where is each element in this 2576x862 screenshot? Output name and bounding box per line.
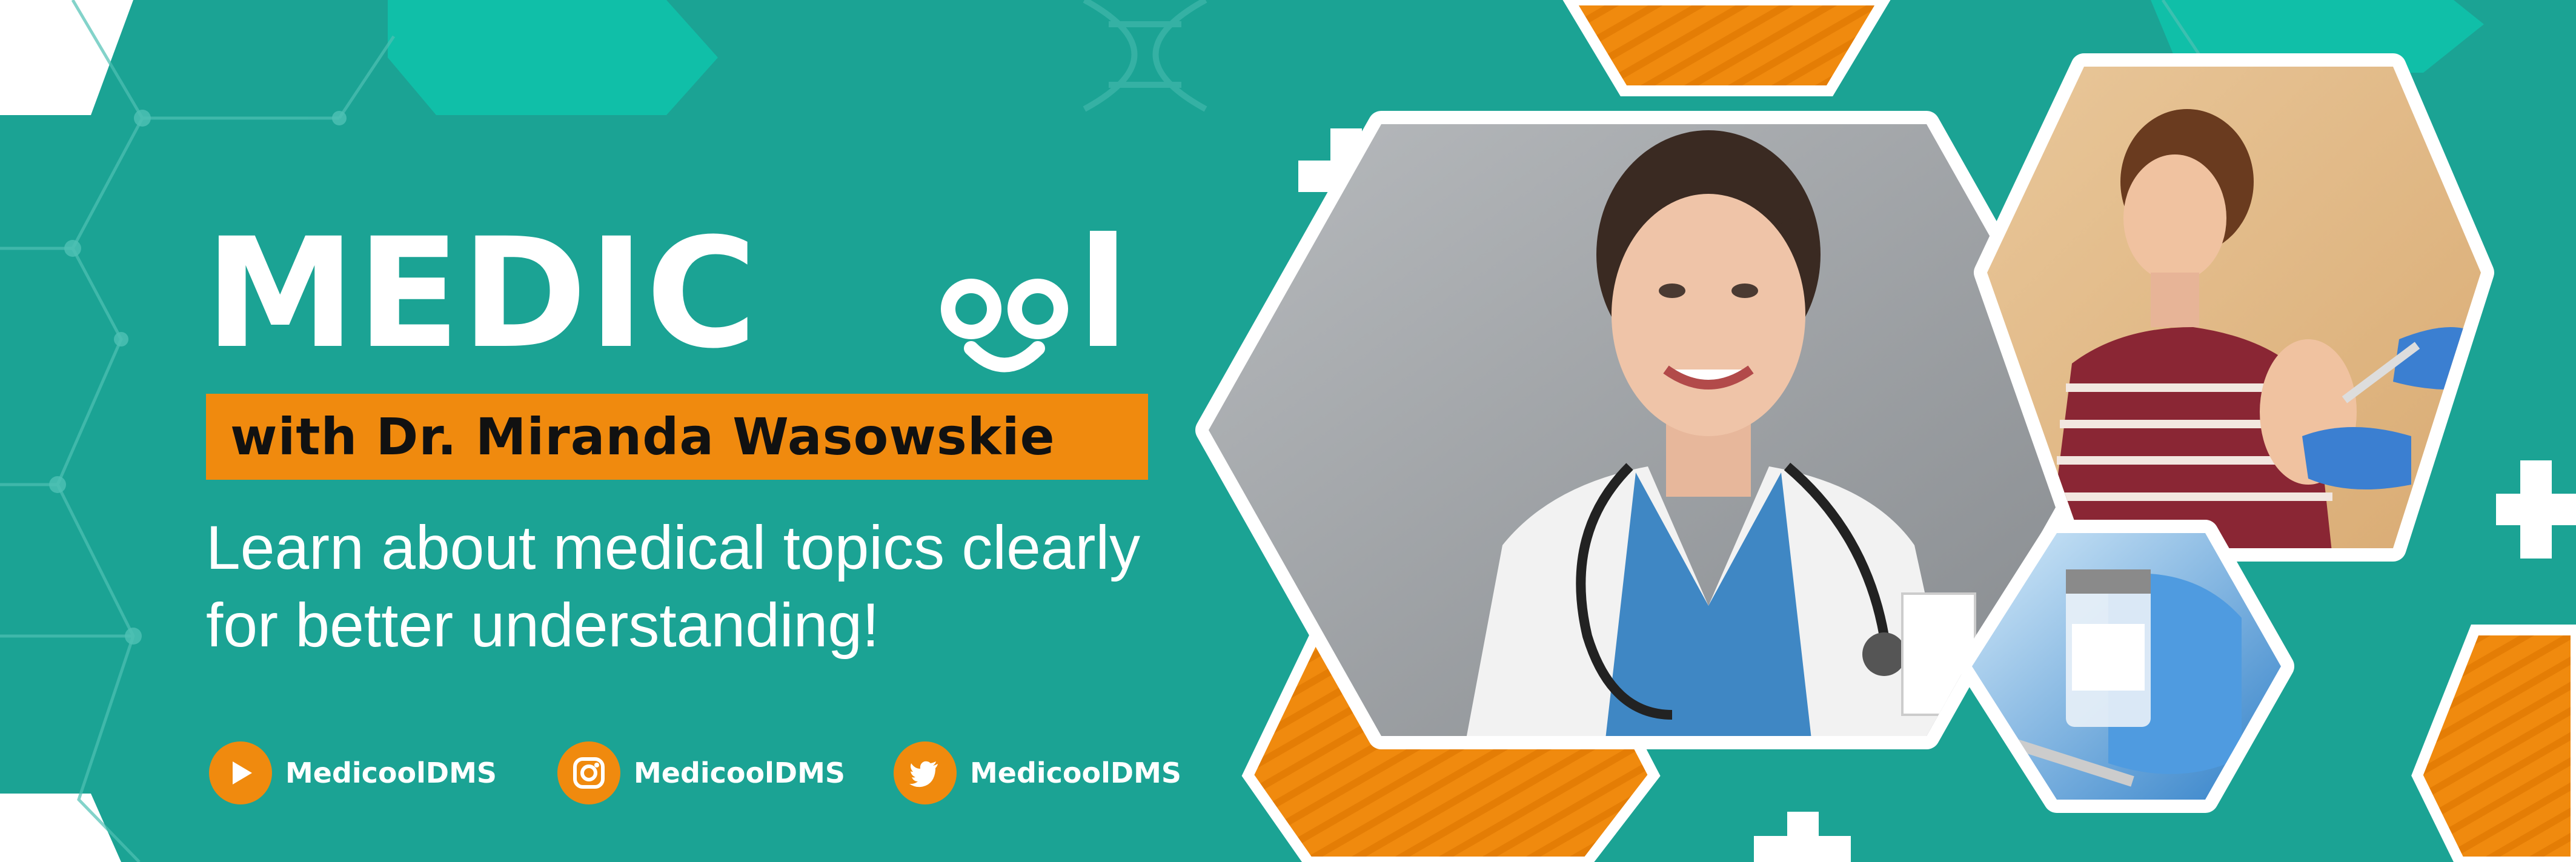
social-label: MedicoolDMS	[285, 757, 497, 789]
boy-vaccination-photo	[1974, 53, 2494, 562]
social-label: MedicoolDMS	[634, 757, 845, 789]
description: Learn about medical topics clearly for b…	[206, 509, 1200, 664]
decor-white-corner	[0, 0, 133, 115]
play-icon	[209, 741, 272, 804]
social-youtube[interactable]: MedicoolDMS	[209, 740, 497, 806]
youtube-channel-banner: MEDIC l with Dr. Miranda Wasowskie Learn…	[0, 0, 2576, 862]
description-line: Learn about medical topics clearly	[206, 513, 1141, 582]
description-line: for better understanding!	[206, 591, 880, 660]
social-label: MedicoolDMS	[970, 757, 1181, 789]
tagline-banner: with Dr. Miranda Wasowskie	[206, 394, 1148, 480]
logo-text: MEDIC	[205, 205, 759, 382]
decor-white-corner	[0, 794, 121, 862]
tagline-text: with Dr. Miranda Wasowskie	[230, 407, 1055, 466]
dna-icon	[1083, 0, 1207, 112]
twitter-icon	[894, 741, 957, 804]
logo-text-tail: l	[1077, 205, 1130, 382]
instagram-icon	[557, 741, 620, 804]
social-twitter[interactable]: MedicoolDMS	[894, 740, 1181, 806]
medicool-logo: MEDIC l	[205, 212, 1150, 376]
doctor-photo	[1195, 111, 2113, 749]
social-instagram[interactable]: MedicoolDMS	[557, 740, 845, 806]
